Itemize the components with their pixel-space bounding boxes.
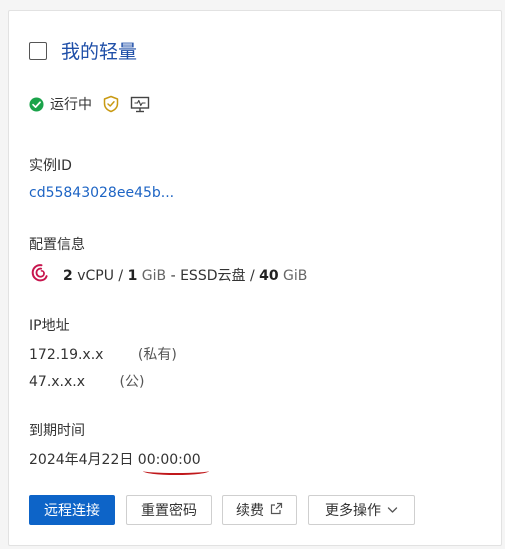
renew-button[interactable]: 续费 — [222, 495, 297, 525]
instance-card: 我的轻量 运行中 实例ID cd55843028ee45b... 配置信息 2 … — [8, 10, 502, 546]
select-checkbox[interactable] — [29, 41, 47, 60]
config-row: 2 vCPU / 1 GiB - ESSD云盘 / 40 GiB — [29, 262, 307, 288]
remote-connect-button[interactable]: 远程连接 — [29, 495, 115, 525]
expire-time-underline — [143, 467, 209, 475]
debian-logo-icon — [29, 262, 51, 288]
ip-public-row: 47.x.x.x (公) — [29, 371, 144, 391]
renew-label: 续费 — [236, 503, 264, 519]
shield-check-icon[interactable] — [102, 95, 120, 113]
more-actions-label: 更多操作 — [325, 503, 381, 519]
check-circle-icon — [29, 96, 44, 112]
instance-id-link[interactable]: cd55843028ee45b... — [29, 185, 174, 201]
reset-password-button[interactable]: 重置密码 — [126, 495, 212, 525]
ip-private-tag: (私有) — [137, 347, 177, 363]
more-actions-button[interactable]: 更多操作 — [308, 495, 415, 525]
status-row: 运行中 — [29, 94, 150, 114]
external-link-icon — [264, 502, 283, 519]
ip-public-value: 47.x.x.x — [29, 374, 86, 390]
ip-label: IP地址 — [29, 318, 70, 334]
ip-private-value: 172.19.x.x — [29, 347, 104, 363]
expire-label: 到期时间 — [29, 423, 85, 439]
card-header: 我的轻量 — [29, 37, 137, 64]
expire-value: 2024年4月22日 00:00:00 — [29, 452, 201, 468]
chevron-down-icon — [381, 502, 398, 518]
ip-public-tag: (公) — [119, 374, 145, 390]
config-spec: 2 vCPU / 1 GiB - ESSD云盘 / 40 GiB — [63, 268, 308, 284]
status-text: 运行中 — [50, 97, 92, 113]
config-label: 配置信息 — [29, 237, 85, 253]
instance-id-label: 实例ID — [29, 158, 72, 174]
instance-title[interactable]: 我的轻量 — [61, 37, 137, 64]
ip-private-row: 172.19.x.x (私有) — [29, 344, 177, 364]
monitor-icon[interactable] — [130, 96, 150, 113]
